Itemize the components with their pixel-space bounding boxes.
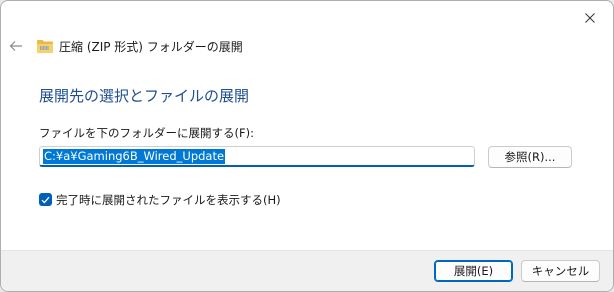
extract-dialog: 圧縮 (ZIP 形式) フォルダーの展開 展開先の選択とファイルの展開 ファイル…	[0, 0, 614, 292]
destination-label: ファイルを下のフォルダーに展開する(F):	[39, 126, 254, 140]
show-files-option[interactable]: 完了時に展開されたファイルを表示する(H)	[39, 192, 299, 208]
title-bar[interactable]	[1, 1, 613, 33]
zip-folder-icon	[36, 38, 54, 54]
destination-path-input[interactable]: C:¥a¥Gaming6B_Wired_Update	[39, 146, 475, 167]
destination-path-value: C:¥a¥Gaming6B_Wired_Update	[43, 149, 226, 164]
close-icon	[585, 8, 595, 27]
arrow-left-icon	[9, 37, 23, 56]
browse-button[interactable]: 参照(R)...	[488, 146, 572, 168]
back-button[interactable]	[5, 35, 27, 57]
cancel-button[interactable]: キャンセル	[521, 260, 600, 282]
dialog-header: 圧縮 (ZIP 形式) フォルダーの展開	[1, 31, 613, 61]
page-title: 展開先の選択とファイルの展開	[39, 87, 250, 105]
show-files-checkbox[interactable]	[39, 193, 52, 206]
window-title: 圧縮 (ZIP 形式) フォルダーの展開	[59, 40, 243, 54]
close-button[interactable]	[567, 1, 613, 33]
show-files-label: 完了時に展開されたファイルを表示する(H)	[56, 193, 281, 207]
extract-button[interactable]: 展開(E)	[434, 260, 513, 282]
checkmark-icon	[41, 196, 50, 203]
